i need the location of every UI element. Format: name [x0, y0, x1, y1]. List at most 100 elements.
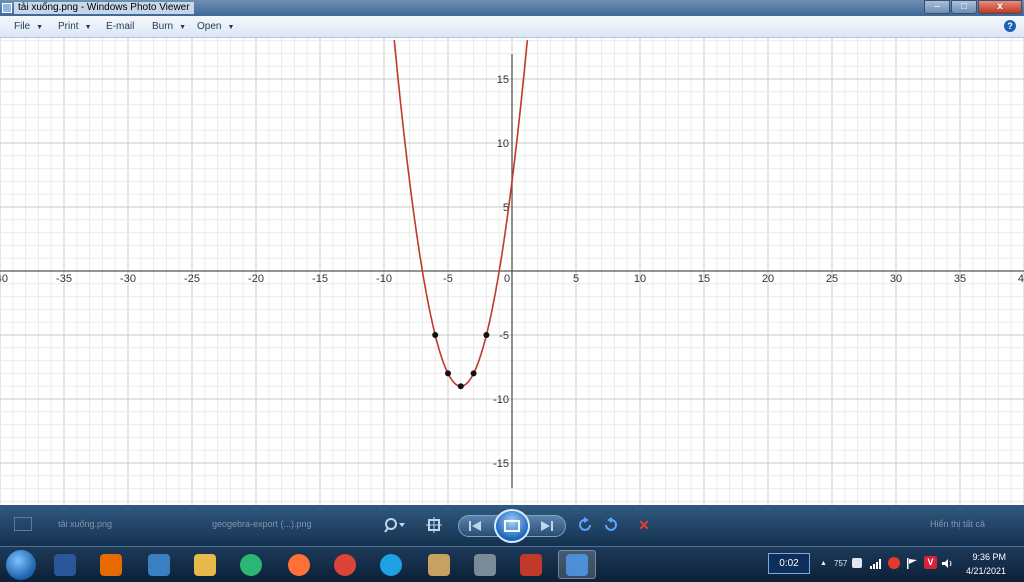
chevron-down-icon: ▼: [84, 24, 92, 31]
chevron-down-icon: ▼: [227, 24, 235, 31]
x-tick-label: -15: [312, 273, 328, 285]
x-tick-label: -5: [443, 273, 453, 285]
flag-icon[interactable]: [906, 558, 918, 572]
x-tick-label: 5: [573, 273, 579, 285]
taskbar-app-word[interactable]: [46, 550, 84, 579]
menu-open[interactable]: Open ▼: [197, 21, 234, 32]
taskbar-app-photos-app[interactable]: [512, 550, 550, 579]
x-tick-label: -40: [0, 273, 8, 285]
x-tick-label: 10: [634, 273, 646, 285]
taskbar-app-photo-viewer[interactable]: [558, 550, 596, 579]
clock-date: 4/21/2021: [965, 566, 1006, 576]
window-title: tải xuống.png - Windows Photo Viewer: [14, 2, 194, 14]
menu-file[interactable]: File ▼: [14, 21, 43, 32]
rotate-counterclockwise-icon[interactable]: [576, 515, 596, 535]
viewer-control-bar: tải xuống.png geogebra-export (...).png …: [0, 505, 1024, 546]
tray-chevron-icon[interactable]: ▲: [820, 560, 827, 567]
menu-bar: File ▼ Print ▼ E-mail Burn ▼ Open ▼ ?: [0, 16, 1024, 38]
menu-email-label: E-mail: [106, 21, 135, 32]
menu-email[interactable]: E-mail: [106, 21, 134, 32]
maximize-button[interactable]: □: [951, 0, 977, 14]
x-tick-label: -10: [376, 273, 392, 285]
y-tick-label: 10: [497, 138, 509, 150]
minimize-button[interactable]: –: [924, 0, 950, 14]
help-icon[interactable]: ?: [1004, 20, 1016, 32]
previous-icon[interactable]: [466, 517, 484, 535]
internet-explorer-icon: [380, 553, 402, 576]
word-icon: [54, 553, 76, 576]
data-point: [457, 383, 464, 390]
taskbar-app-firefox[interactable]: [280, 550, 318, 579]
chrome-icon: [334, 553, 356, 576]
rotate-clockwise-icon[interactable]: [600, 515, 620, 535]
y-tick-label: -5: [499, 330, 509, 342]
ghost-show-all: Hiển thị tất cả: [930, 519, 986, 529]
taskbar-app-calculator[interactable]: [466, 550, 504, 579]
x-tick-label: 25: [826, 273, 838, 285]
menu-print-label: Print: [58, 21, 79, 32]
x-tick-label: 20: [762, 273, 774, 285]
x-tick-label: -30: [120, 273, 136, 285]
taskbar-app-chrome[interactable]: [326, 550, 364, 579]
data-point: [445, 370, 451, 377]
delete-icon[interactable]: ✕: [634, 515, 654, 535]
start-button[interactable]: [6, 550, 36, 580]
zoom-icon[interactable]: [380, 515, 410, 535]
taskbar-app-internet-explorer[interactable]: [372, 550, 410, 579]
antivirus-icon[interactable]: V: [924, 556, 937, 569]
data-point: [483, 332, 490, 338]
ghost-filename-1: tải xuống.png: [58, 519, 113, 529]
presentation-icon: [148, 553, 170, 576]
taskbar-app-edge[interactable]: [232, 550, 270, 579]
photo-viewer-icon: [566, 553, 588, 576]
taskbar-app-presentation[interactable]: [140, 550, 178, 579]
menu-burn-label: Burn: [152, 21, 174, 32]
photo-viewer-app-icon: [2, 3, 12, 13]
window-controls: – □ x: [923, 0, 1022, 14]
thumbnail-icon: [14, 517, 32, 531]
x-tick-label: 0: [504, 273, 510, 285]
firefox-icon: [288, 553, 310, 576]
function-graph: -40 -35 -30 -25 -20 -15 -10 -5 0 5 10 15 20 25 30 35 40 1…: [0, 38, 1024, 505]
ghost-filename-2: geogebra-export (...).png: [212, 519, 312, 529]
device-icon[interactable]: [852, 558, 862, 568]
photos-app-icon: [520, 553, 542, 576]
recording-timer: 0:02: [768, 553, 810, 574]
x-tick-label: -20: [248, 273, 264, 285]
next-icon[interactable]: [538, 517, 556, 535]
taskbar-app-explorer[interactable]: [186, 550, 224, 579]
media-icon: [100, 553, 122, 576]
paint-icon: [428, 553, 450, 576]
explorer-icon: [194, 553, 216, 576]
y-tick-label: 15: [497, 74, 509, 86]
x-tick-label: 30: [890, 273, 902, 285]
slideshow-button[interactable]: [494, 509, 530, 543]
clock[interactable]: 9:36 PM 4/21/2021: [966, 550, 1006, 578]
x-tick-label: 15: [698, 273, 710, 285]
network-signal-icon[interactable]: [870, 559, 882, 572]
taskbar: 0:02 ▲ 757 V 9:36 PM 4/21/2021: [0, 546, 1024, 582]
x-tick-label: 35: [954, 273, 966, 285]
volume-icon[interactable]: [942, 558, 954, 572]
menu-burn[interactable]: Burn ▼: [152, 21, 186, 32]
taskbar-app-media[interactable]: [92, 550, 130, 579]
security-icon[interactable]: [888, 557, 900, 569]
menu-file-label: File: [14, 21, 31, 32]
taskbar-app-paint[interactable]: [420, 550, 458, 579]
menu-open-label: Open: [197, 21, 222, 32]
chevron-down-icon: ▼: [36, 24, 44, 31]
tray-number: 757: [834, 559, 848, 568]
y-tick-label: -10: [493, 394, 509, 406]
edge-icon: [240, 553, 262, 576]
image-canvas: -40 -35 -30 -25 -20 -15 -10 -5 0 5 10 15 20 25 30 35 40 1…: [0, 38, 1024, 505]
data-point: [432, 332, 439, 338]
close-button[interactable]: x: [978, 0, 1022, 14]
calculator-icon: [474, 553, 496, 576]
data-point: [470, 370, 477, 377]
x-tick-label: -35: [56, 273, 72, 285]
chevron-down-icon: ▼: [179, 24, 187, 31]
menu-print[interactable]: Print ▼: [58, 21, 92, 32]
y-tick-label: -15: [493, 458, 509, 470]
actual-size-icon[interactable]: [424, 515, 444, 535]
x-tick-label: 40: [1018, 273, 1024, 285]
